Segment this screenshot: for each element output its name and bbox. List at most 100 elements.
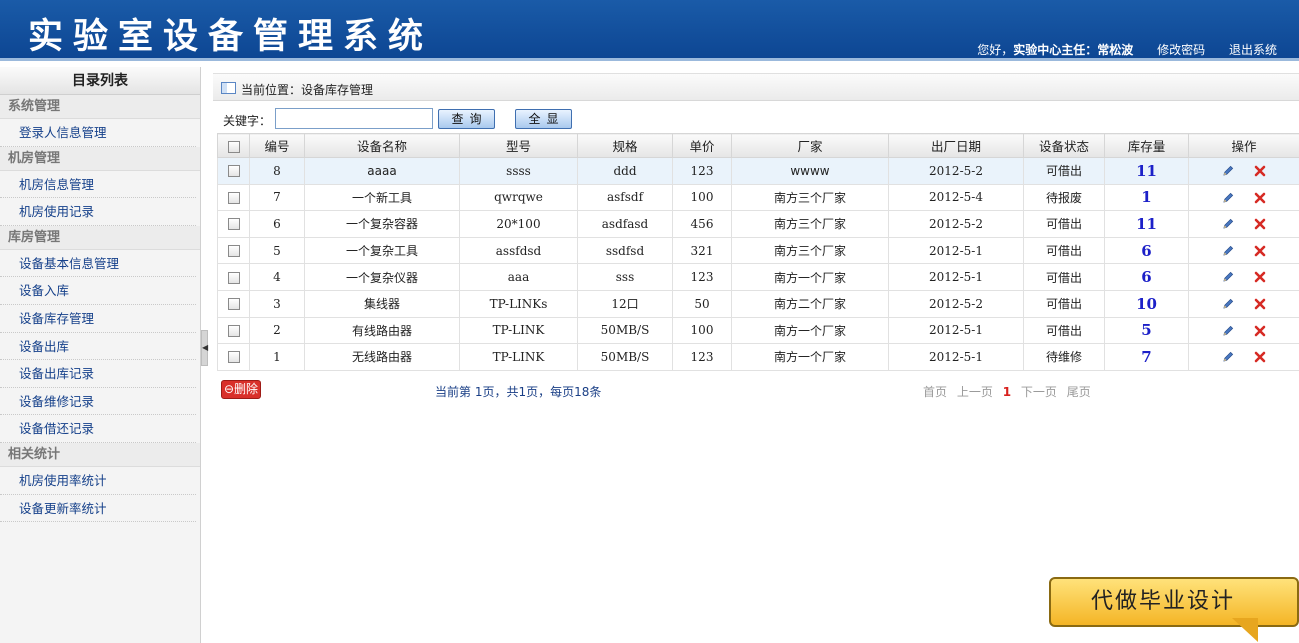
table-cell: 集线器 [304, 289, 460, 318]
pager-next[interactable]: 下一页 [1021, 385, 1057, 399]
logout-link[interactable]: 退出系统 [1229, 43, 1277, 57]
select-all-header[interactable] [217, 133, 250, 158]
row-select-cell[interactable] [217, 183, 250, 212]
x-icon[interactable] [1253, 270, 1267, 284]
sidebar-item-device-repair-records[interactable]: 设备维修记录 [0, 388, 196, 416]
pencil-icon[interactable] [1221, 217, 1235, 231]
table-cell: 50 [672, 289, 732, 318]
pencil-icon[interactable] [1221, 297, 1235, 311]
row-checkbox[interactable] [227, 351, 240, 364]
row-select-cell[interactable] [217, 236, 250, 265]
row-select-cell[interactable] [217, 263, 250, 291]
row-checkbox[interactable] [227, 218, 240, 231]
sidebar-item-room-info[interactable]: 机房信息管理 [0, 171, 196, 199]
sidebar-item-device-borrow-records[interactable]: 设备借还记录 [0, 415, 196, 443]
table-cell: qwrqwe [459, 183, 578, 212]
sidebar-item-login-user-mgmt[interactable]: 登录人信息管理 [0, 119, 196, 147]
pager-prev[interactable]: 上一页 [957, 385, 993, 399]
table-row[interactable]: 2 有线路由器 TP-LINK 50MB/S 100 南方一个厂家 2012-5-1 可借出 5 [217, 316, 1299, 345]
table-cell: 2012-5-1 [888, 343, 1024, 371]
table-row[interactable]: 4 一个复杂仪器 aaa sss 123 南方一个厂家 2012-5-1 可借出 6 [217, 263, 1299, 291]
x-icon[interactable] [1253, 244, 1267, 258]
table-row[interactable]: 6 一个复杂容器 20*100 asdfasd 456 南方三个厂家 2012-5-2 可借出… [217, 210, 1299, 238]
pencil-icon[interactable] [1221, 350, 1235, 364]
pencil-icon[interactable] [1221, 164, 1235, 178]
table-cell: 2012-5-1 [888, 263, 1024, 291]
table-row[interactable]: 1 无线路由器 TP-LINK 50MB/S 123 南方一个厂家 2012-5-1 待维修 7 [217, 343, 1299, 371]
x-icon[interactable] [1253, 164, 1267, 178]
current-user: 实验中心主任：常松波 [1013, 43, 1134, 57]
promo-banner[interactable]: 代做毕业设计 [1049, 577, 1299, 627]
keyword-input[interactable] [275, 108, 433, 129]
menu-group-system[interactable]: 系统管理 [0, 95, 200, 119]
table-cell: 8 [249, 157, 305, 185]
row-select-cell[interactable] [217, 289, 250, 318]
pager-first[interactable]: 首页 [923, 385, 947, 399]
pencil-icon[interactable] [1221, 191, 1235, 205]
column-header: 设备名称 [304, 133, 460, 158]
row-checkbox[interactable] [227, 165, 240, 178]
sidebar-item-device-out-records[interactable]: 设备出库记录 [0, 360, 196, 388]
sidebar-item-room-usage[interactable]: 机房使用记录 [0, 198, 196, 226]
triangle-left-icon: ◀ [202, 343, 209, 352]
column-header: 型号 [459, 133, 578, 158]
stock-quantity-cell: 10 [1104, 289, 1189, 318]
x-icon[interactable] [1253, 217, 1267, 231]
row-select-cell[interactable] [217, 210, 250, 238]
table-cell: 2012-5-1 [888, 316, 1024, 345]
table-cell: 20*100 [459, 210, 578, 238]
pencil-icon[interactable] [1221, 244, 1235, 258]
stock-quantity-cell: 1 [1104, 183, 1189, 212]
table-cell: 南方二个厂家 [731, 289, 889, 318]
sidebar-item-device-out[interactable]: 设备出库 [0, 333, 196, 361]
pager: 首页 上一页 1 下一页 尾页 [923, 383, 1097, 400]
delete-button[interactable]: ⊖删除 [221, 380, 261, 399]
sidebar-item-device-stock[interactable]: 设备库存管理 [0, 305, 196, 333]
row-checkbox[interactable] [227, 298, 240, 311]
row-checkbox[interactable] [227, 245, 240, 258]
sidebar-item-device-info[interactable]: 设备基本信息管理 [0, 250, 196, 278]
row-select-cell[interactable] [217, 343, 250, 371]
show-all-button[interactable]: 全显 [515, 109, 572, 129]
table-cell: 可借出 [1023, 289, 1105, 318]
table-row[interactable]: 3 集线器 TP-LINKs 12口 50 南方二个厂家 2012-5-2 可借出 10 [217, 289, 1299, 318]
select-all-checkbox[interactable] [227, 140, 240, 153]
pencil-icon[interactable] [1221, 324, 1235, 338]
row-select-cell[interactable] [217, 316, 250, 345]
table-row[interactable]: 8 aaaa ssss ddd 123 wwww 2012-5-2 可借出 11 [217, 157, 1299, 185]
x-icon[interactable] [1253, 191, 1267, 205]
table-cell: 2012-5-2 [888, 157, 1024, 185]
stock-quantity-cell: 11 [1104, 157, 1189, 185]
table-cell: 南方一个厂家 [731, 263, 889, 291]
keyword-label: 关键字： [223, 114, 272, 128]
table-row[interactable]: 5 一个复杂工具 assfdsd ssdfsd 321 南方三个厂家 2012-5-1 可借出… [217, 236, 1299, 265]
sidebar-item-device-update-stats[interactable]: 设备更新率统计 [0, 495, 196, 523]
device-stock-table: 编号 设备名称 型号 规格 单价 厂家 出厂日期 设备状态 库存量 操作 8 aa… [217, 133, 1299, 371]
pencil-icon[interactable] [1221, 270, 1235, 284]
breadcrumb: 当前位置：设备库存管理 [213, 73, 1299, 101]
sidebar-item-device-in[interactable]: 设备入库 [0, 277, 196, 305]
x-icon[interactable] [1253, 297, 1267, 311]
row-select-cell[interactable] [217, 157, 250, 185]
table-cell: 50MB/S [577, 316, 673, 345]
row-checkbox[interactable] [227, 271, 240, 284]
table-cell: 一个复杂仪器 [304, 263, 460, 291]
pager-last[interactable]: 尾页 [1067, 385, 1091, 399]
menu-group-statistics[interactable]: 相关统计 [0, 442, 200, 467]
x-icon[interactable] [1253, 324, 1267, 338]
row-checkbox[interactable] [227, 324, 240, 337]
sidebar-collapse-handle[interactable]: ◀ [201, 330, 208, 366]
query-button[interactable]: 查询 [438, 109, 495, 129]
row-actions [1188, 343, 1299, 371]
change-password-link[interactable]: 修改密码 [1157, 43, 1205, 57]
stock-quantity-cell: 6 [1104, 263, 1189, 291]
table-cell: 可借出 [1023, 236, 1105, 265]
row-checkbox[interactable] [227, 191, 240, 204]
menu-group-lab-room[interactable]: 机房管理 [0, 146, 200, 171]
table-row[interactable]: 7 一个新工具 qwrqwe asfsdf 100 南方三个厂家 2012-5-4 待报废 1 [217, 183, 1299, 212]
sidebar-item-room-usage-stats[interactable]: 机房使用率统计 [0, 467, 196, 495]
menu-group-warehouse[interactable]: 库房管理 [0, 225, 200, 250]
table-cell: asfsdf [577, 183, 673, 212]
table-cell: ssss [459, 157, 578, 185]
x-icon[interactable] [1253, 350, 1267, 364]
